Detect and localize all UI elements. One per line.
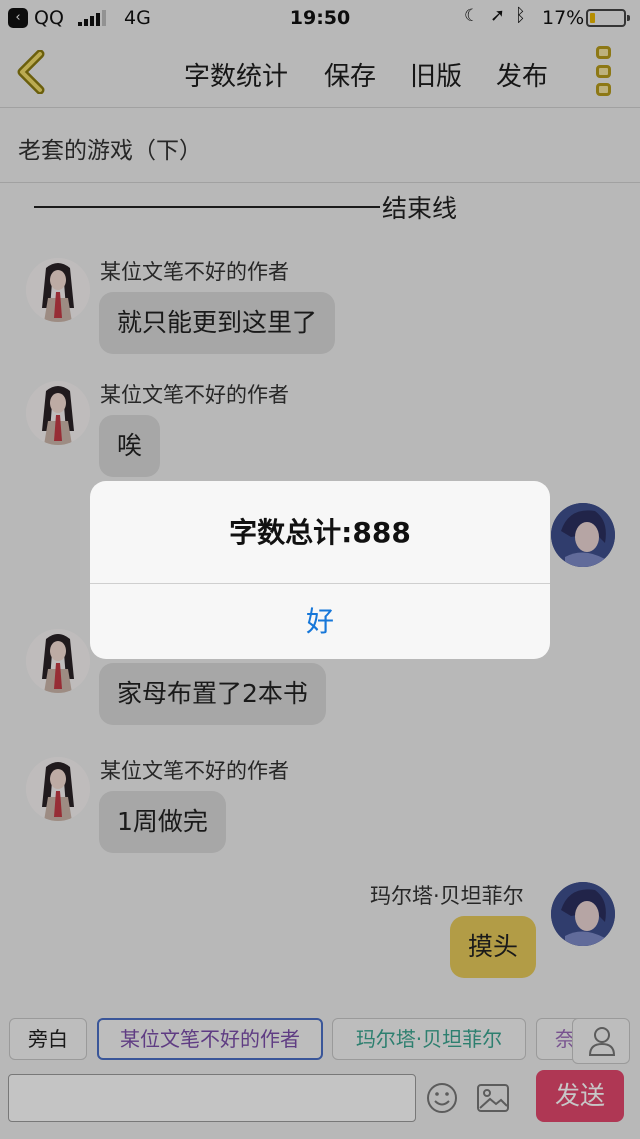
- dialog-message: 字数总计:888: [229, 516, 411, 549]
- dialog-ok-button[interactable]: 好: [90, 584, 550, 659]
- word-count-dialog: 字数总计:888 好: [90, 481, 550, 659]
